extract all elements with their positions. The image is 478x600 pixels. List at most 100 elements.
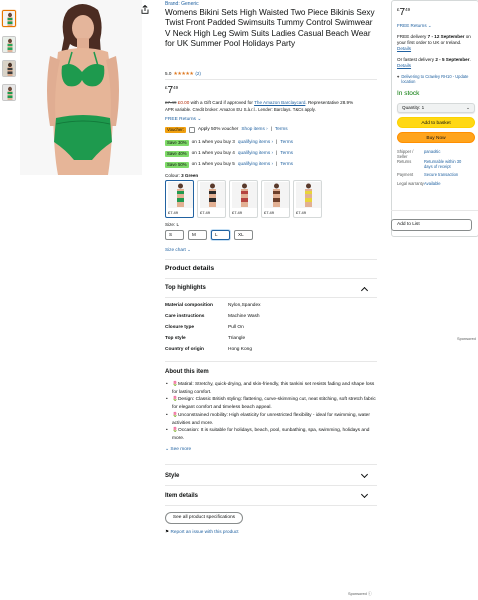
see-more-link[interactable]: ⌄ See more xyxy=(165,447,191,453)
colour-swatch[interactable]: £7.49 xyxy=(261,180,290,218)
seller-info: Shipper / Seller panaoltic Returns Retur… xyxy=(397,149,473,186)
promo-text: on 1 when you buy 5 xyxy=(191,161,235,167)
size-label: Size: L xyxy=(165,222,179,228)
sponsored-label[interactable]: Sponsored xyxy=(457,336,476,341)
rating-summary[interactable]: 5.0 ★★★★★ (2) xyxy=(165,71,201,78)
details-link[interactable]: Details xyxy=(397,63,411,68)
warranty-value[interactable]: Available xyxy=(424,181,441,186)
size-option[interactable]: M xyxy=(188,230,207,240)
style-heading[interactable]: Style xyxy=(165,473,179,481)
add-to-basket-button[interactable]: Add to basket xyxy=(397,117,475,129)
item-details-heading[interactable]: Item details xyxy=(165,493,198,501)
payment-row: Payment Secure transaction xyxy=(397,172,473,177)
terms-link[interactable]: Terms xyxy=(280,139,293,145)
promo-badge: Save 30% xyxy=(165,139,189,146)
rating-count[interactable]: (2) xyxy=(195,71,201,77)
thumbnail-image[interactable] xyxy=(2,10,16,27)
info-icon: ⓘ xyxy=(367,591,372,596)
seller-value[interactable]: panaoltic xyxy=(424,149,440,159)
colour-swatch[interactable]: £7.49 xyxy=(197,180,226,218)
size-chart-link[interactable]: Size chart ⌄ xyxy=(165,247,191,253)
spec-value: Nylon,Spandex xyxy=(228,303,261,308)
spec-row: Country of origin Hong Kong xyxy=(165,347,252,353)
separator: | xyxy=(270,126,272,132)
buy-now-button[interactable]: Buy Now xyxy=(397,132,475,144)
shop-items-link[interactable]: Shop items › xyxy=(241,126,267,132)
colour-swatch[interactable]: £7.49 xyxy=(229,180,258,218)
offer-rep: . Representative 28.9% xyxy=(305,100,354,105)
swatch-price: £7.49 xyxy=(264,209,275,215)
chevron-down-icon[interactable] xyxy=(360,490,369,499)
spec-value: Machine Wash xyxy=(228,314,260,319)
terms-link[interactable]: Terms xyxy=(275,126,288,132)
colour-value: 3 Green xyxy=(181,173,199,178)
product-details-heading: Product details xyxy=(165,265,215,272)
size-option[interactable]: S xyxy=(165,230,184,240)
free-returns-link[interactable]: FREE Returns ⌄ xyxy=(165,117,201,123)
voucher-checkbox[interactable] xyxy=(188,126,195,133)
warranty-key: Legal warranty xyxy=(397,181,424,187)
stock-status: In stock xyxy=(397,90,420,97)
colour-swatches: £7.49 £7.49 £7.49 £7.49 £7.49 xyxy=(165,180,322,218)
spec-key: Material composition xyxy=(165,303,213,308)
qualifying-items-link[interactable]: qualifying items › xyxy=(238,161,273,167)
sponsored-label[interactable]: Sponsored ⓘ xyxy=(348,591,372,596)
top-highlights-heading[interactable]: Top highlights xyxy=(165,285,206,293)
payment-value[interactable]: Secure transaction xyxy=(424,172,458,177)
chevron-down-icon[interactable] xyxy=(360,470,369,479)
spec-key: Country of origin xyxy=(165,347,204,352)
swatch-image xyxy=(264,182,289,208)
delivery-date: 7 - 12 September xyxy=(427,34,465,39)
size-option[interactable]: L xyxy=(211,230,230,240)
free-returns-link[interactable]: FREE Returns ⌄ xyxy=(397,23,473,29)
chevron-down-icon: ⌄ xyxy=(427,23,432,28)
qualifying-items-link[interactable]: qualifying items › xyxy=(238,150,273,156)
details-link[interactable]: Details xyxy=(397,46,411,51)
spec-row: Material composition Nylon,Spandex xyxy=(165,303,261,309)
colour-swatch[interactable]: £7.49 xyxy=(293,180,322,218)
terms-link[interactable]: Terms xyxy=(280,161,293,167)
about-bullet: 🌷Occasion: It is suitable for holidays, … xyxy=(166,427,377,442)
all-specifications-button[interactable]: See all product specifications xyxy=(165,512,243,524)
thumbnail-image[interactable] xyxy=(2,36,16,53)
swatch-price: £7.49 xyxy=(232,209,243,215)
spec-row: Closure type Pull On xyxy=(165,325,244,331)
terms-link[interactable]: Terms xyxy=(280,150,293,156)
qualifying-items-link[interactable]: qualifying items › xyxy=(238,139,273,145)
add-to-list-button[interactable]: Add to List xyxy=(391,219,472,231)
spec-value: Pull On xyxy=(228,325,244,330)
divider xyxy=(165,278,377,279)
promo-text: on 1 when you buy 3 xyxy=(191,139,235,145)
returns-key: Returns xyxy=(397,159,412,165)
chevron-down-icon: ⌄ xyxy=(466,105,470,111)
colour-swatch[interactable]: £7.49 xyxy=(165,180,194,218)
thumbnail-swimsuit-image xyxy=(3,85,15,100)
buybox-price: £ 7 49 xyxy=(397,6,473,19)
thumbnail-image[interactable] xyxy=(2,84,16,101)
returns-value[interactable]: Returnable within 30 days of receipt xyxy=(424,159,470,169)
size-label-text: Size: xyxy=(165,222,176,227)
thumbnail-image[interactable] xyxy=(2,60,16,77)
size-option[interactable]: XL xyxy=(234,230,253,240)
buy-box: £ 7 49 FREE Returns ⌄ FREE delivery 7 - … xyxy=(391,0,478,237)
share-icon[interactable] xyxy=(141,4,149,14)
star-rating-icon[interactable]: ★★★★★ xyxy=(173,71,193,78)
main-product-image[interactable] xyxy=(20,0,142,175)
price-fraction: 49 xyxy=(405,7,411,12)
promo-row: Save 40% on 1 when you buy 4 qualifying … xyxy=(165,150,293,157)
report-issue-link[interactable]: ⚑ Report an issue with this product xyxy=(165,529,239,535)
brand-link[interactable]: Brand: Generic xyxy=(165,1,199,8)
size-value: L xyxy=(176,222,180,227)
divider xyxy=(165,361,377,362)
thumbnail-swimsuit-image xyxy=(3,11,15,26)
payment-key: Payment xyxy=(397,172,414,178)
divider xyxy=(165,485,377,486)
barclaycard-link[interactable]: The Amazon Barclaycard xyxy=(254,100,305,105)
warranty-row: Legal warranty Available xyxy=(397,181,473,186)
size-options: S M L XL xyxy=(165,230,253,240)
chevron-up-icon[interactable] xyxy=(360,286,369,295)
see-more-label: See more xyxy=(170,447,192,452)
divider xyxy=(165,297,377,298)
location-row[interactable]: ⌖ Delivering to Crawley RH10 - Update lo… xyxy=(397,74,473,84)
quantity-select[interactable]: Quantity: 1 ⌄ xyxy=(397,103,475,114)
